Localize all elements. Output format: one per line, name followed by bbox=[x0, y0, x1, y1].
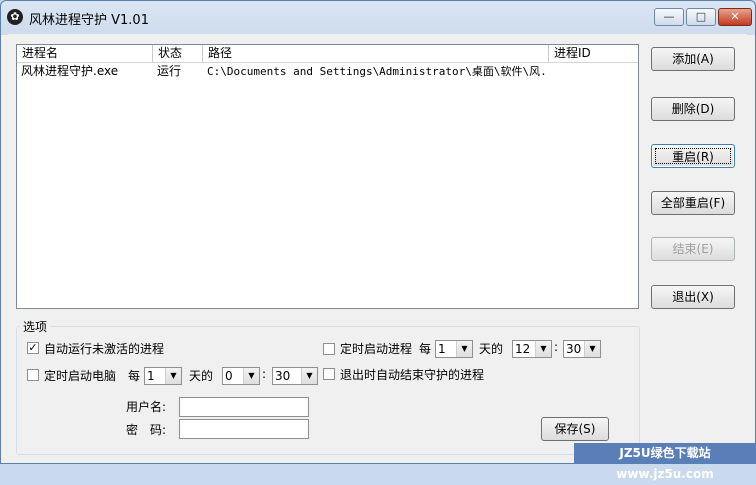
pc-minute-combo[interactable]: 30 ▼ bbox=[272, 367, 318, 385]
chevron-down-icon[interactable]: ▼ bbox=[243, 368, 259, 384]
timed-start-pc-checkbox[interactable] bbox=[27, 369, 39, 381]
main-window: ✿ 风林进程守护 V1.01 — □ ✕ 进程名 状态 路径 进程ID 风林进程… bbox=[0, 0, 756, 464]
username-input[interactable] bbox=[179, 397, 309, 417]
list-header: 进程名 状态 路径 进程ID bbox=[17, 45, 638, 63]
restart-all-button[interactable]: 全部重启(F) bbox=[651, 191, 735, 215]
process-list[interactable]: 进程名 状态 路径 进程ID 风林进程守护.exe 运行 C:\Document… bbox=[16, 44, 639, 309]
proc-hour-combo[interactable]: 12 ▼ bbox=[512, 340, 552, 358]
cell-name: 风林进程守护.exe bbox=[21, 64, 119, 78]
restart-button-label: 重启(R) bbox=[655, 148, 731, 164]
end-button[interactable]: 结束(E) bbox=[651, 237, 735, 261]
title-bar[interactable]: ✿ 风林进程守护 V1.01 — □ ✕ bbox=[1, 1, 755, 34]
proc-days-combo[interactable]: 1 ▼ bbox=[435, 340, 473, 358]
gear-icon: ✿ bbox=[7, 9, 23, 25]
chevron-down-icon[interactable]: ▼ bbox=[165, 368, 181, 384]
add-button[interactable]: 添加(A) bbox=[651, 47, 735, 71]
cell-path: C:\Documents and Settings\Administrator\… bbox=[207, 65, 547, 78]
chevron-down-icon[interactable]: ▼ bbox=[301, 368, 317, 384]
proc-minute-value: 30 bbox=[566, 342, 582, 356]
column-header-path[interactable]: 路径 bbox=[203, 45, 549, 62]
chevron-down-icon[interactable]: ▼ bbox=[584, 341, 600, 357]
proc-every-label: 每 bbox=[419, 342, 432, 356]
watermark-banner: JZ5U绿色下载站 www.jz5u.com bbox=[574, 443, 756, 481]
column-header-status[interactable]: 状态 bbox=[153, 45, 203, 62]
client-area: 进程名 状态 路径 进程ID 风林进程守护.exe 运行 C:\Document… bbox=[8, 34, 747, 459]
proc-minute-combo[interactable]: 30 ▼ bbox=[563, 340, 601, 358]
options-legend: 选项 bbox=[20, 318, 51, 335]
delete-button[interactable]: 删除(D) bbox=[651, 97, 735, 121]
auto-run-label[interactable]: 自动运行未激活的进程 bbox=[44, 340, 164, 357]
username-label: 用户名: bbox=[126, 400, 167, 414]
restart-button[interactable]: 重启(R) bbox=[651, 144, 735, 168]
proc-days-value: 1 bbox=[438, 342, 446, 356]
proc-colon: : bbox=[554, 340, 559, 354]
exit-end-guard-label[interactable]: 退出时自动结束守护的进程 bbox=[340, 366, 484, 383]
timed-start-pc-label[interactable]: 定时启动电脑 bbox=[44, 367, 116, 384]
pc-days-combo[interactable]: 1 ▼ bbox=[144, 367, 182, 385]
proc-hour-value: 12 bbox=[515, 342, 531, 356]
pc-colon: : bbox=[262, 367, 267, 381]
password-label: 密 码: bbox=[126, 423, 167, 437]
exit-button[interactable]: 退出(X) bbox=[651, 285, 735, 309]
window-title: 风林进程守护 V1.01 bbox=[29, 13, 149, 28]
cell-status: 运行 bbox=[157, 64, 182, 78]
save-button[interactable]: 保存(S) bbox=[541, 417, 609, 441]
chevron-down-icon[interactable]: ▼ bbox=[535, 341, 551, 357]
pc-every-label: 每 bbox=[128, 369, 141, 383]
pc-hour-combo[interactable]: 0 ▼ bbox=[222, 367, 260, 385]
column-header-pid[interactable]: 进程ID bbox=[549, 45, 638, 62]
chevron-down-icon[interactable]: ▼ bbox=[456, 341, 472, 357]
timed-start-proc-checkbox[interactable] bbox=[323, 343, 335, 355]
pc-hour-value: 0 bbox=[225, 369, 233, 383]
pc-minute-value: 30 bbox=[275, 369, 291, 383]
close-button[interactable]: ✕ bbox=[718, 8, 752, 26]
table-row[interactable]: 风林进程守护.exe 运行 C:\Documents and Settings\… bbox=[17, 63, 638, 80]
password-input[interactable] bbox=[179, 419, 309, 439]
proc-days-unit-label: 天的 bbox=[479, 342, 504, 356]
minimize-button[interactable]: — bbox=[654, 8, 684, 26]
pc-days-unit-label: 天的 bbox=[189, 369, 214, 383]
timed-start-proc-label[interactable]: 定时启动进程 bbox=[340, 340, 412, 357]
maximize-button[interactable]: □ bbox=[686, 8, 716, 26]
column-header-name[interactable]: 进程名 bbox=[17, 45, 153, 62]
auto-run-checkbox[interactable]: ✓ bbox=[27, 342, 39, 354]
exit-end-guard-checkbox[interactable] bbox=[323, 368, 335, 380]
pc-days-value: 1 bbox=[147, 369, 155, 383]
